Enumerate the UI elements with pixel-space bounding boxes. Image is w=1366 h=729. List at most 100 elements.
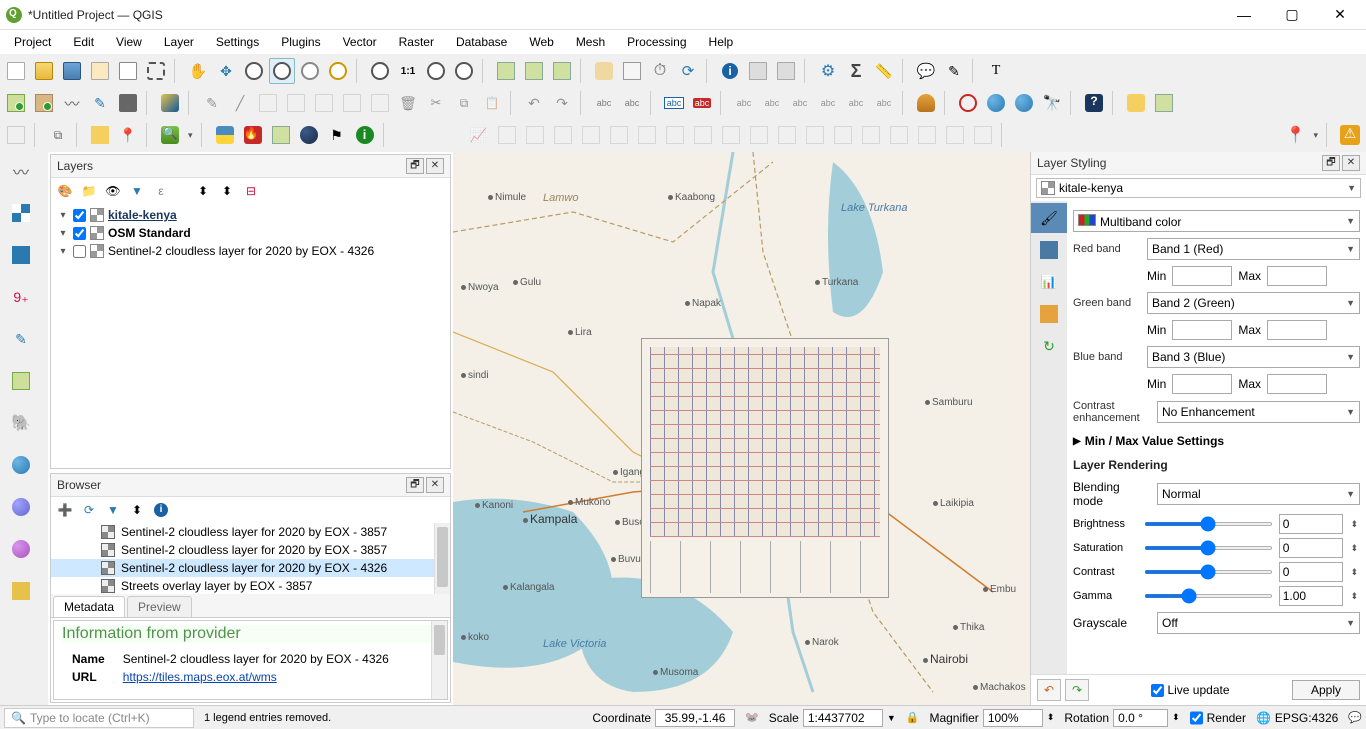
contrast-select[interactable]: No Enhancement▼ bbox=[1157, 401, 1360, 423]
add-postgis-button[interactable]: 🐘 bbox=[6, 408, 36, 438]
help-button[interactable]: ? bbox=[1081, 90, 1107, 116]
layers-undock-button[interactable]: 🗗 bbox=[406, 158, 424, 174]
browser-tree[interactable]: Sentinel-2 cloudless layer for 2020 by E… bbox=[51, 523, 450, 594]
alert-button[interactable]: ⚠ bbox=[1337, 122, 1363, 148]
contrast-value-input[interactable] bbox=[1279, 562, 1343, 582]
draw-14-button[interactable] bbox=[858, 122, 884, 148]
spatial-bookmarks-button[interactable] bbox=[619, 58, 645, 84]
menu-plugins[interactable]: Plugins bbox=[271, 32, 330, 52]
apply-button[interactable]: Apply bbox=[1292, 680, 1360, 700]
meta-url-link[interactable]: https://tiles.maps.eox.at/wms bbox=[123, 670, 277, 684]
draw-7-button[interactable] bbox=[662, 122, 688, 148]
browser-item-selected[interactable]: Sentinel-2 cloudless layer for 2020 by E… bbox=[51, 559, 450, 577]
render-checkbox[interactable] bbox=[1190, 709, 1203, 727]
plugin-btn-1[interactable] bbox=[1123, 90, 1149, 116]
styling-undock-button[interactable]: 🗗 bbox=[1322, 155, 1340, 171]
vector-layer-button[interactable] bbox=[3, 90, 29, 116]
red-max-input[interactable] bbox=[1267, 266, 1327, 286]
flame-button[interactable]: 🔥 bbox=[240, 122, 266, 148]
layer-row-osm[interactable]: ▾ OSM Standard bbox=[55, 224, 446, 242]
layout-manager-button[interactable] bbox=[115, 58, 141, 84]
refresh-button[interactable]: ⟳ bbox=[675, 58, 701, 84]
layer-checkbox[interactable] bbox=[73, 209, 86, 222]
draw-1-button[interactable] bbox=[494, 122, 520, 148]
zoom-next-button[interactable] bbox=[451, 58, 477, 84]
blue-min-input[interactable] bbox=[1172, 374, 1232, 394]
label-6-button[interactable]: abc bbox=[815, 90, 841, 116]
layers-panel-header[interactable]: Layers 🗗 ✕ bbox=[51, 155, 450, 178]
scale-input[interactable] bbox=[803, 709, 883, 727]
new-3d-button[interactable] bbox=[521, 58, 547, 84]
digitize-trash-button[interactable]: 🗑 bbox=[395, 90, 421, 116]
minimize-button[interactable]: — bbox=[1224, 1, 1264, 29]
identify-plugin-button[interactable]: i bbox=[352, 122, 378, 148]
digitize-paste-button[interactable]: 📋 bbox=[479, 90, 505, 116]
database-button[interactable] bbox=[913, 90, 939, 116]
menu-help[interactable]: Help bbox=[699, 32, 744, 52]
extents-icon[interactable]: 🐭 bbox=[745, 711, 759, 724]
green-band-select[interactable]: Band 2 (Green)▼ bbox=[1147, 292, 1360, 314]
action-button[interactable] bbox=[745, 58, 771, 84]
add-csv-button[interactable]: 9₊ bbox=[6, 282, 36, 312]
new-bookmark-button[interactable] bbox=[549, 58, 575, 84]
layers-filter-button[interactable]: ▼ bbox=[127, 181, 147, 201]
digitize-pencil-button[interactable]: ✎ bbox=[199, 90, 225, 116]
layers-style-button[interactable]: 🎨 bbox=[55, 181, 75, 201]
zoom-out-button[interactable] bbox=[269, 58, 295, 84]
gamma-value[interactable] bbox=[1279, 586, 1343, 606]
browser-panel-header[interactable]: Browser 🗗 ✕ bbox=[51, 474, 450, 497]
draw-4-button[interactable] bbox=[578, 122, 604, 148]
undo-button[interactable]: ↶ bbox=[521, 90, 547, 116]
zoom-native-button[interactable]: 1:1 bbox=[395, 58, 421, 84]
draw-6-button[interactable] bbox=[634, 122, 660, 148]
add-spatialite-button[interactable]: ✎ bbox=[6, 324, 36, 354]
maptips-button[interactable]: 💬 bbox=[913, 58, 939, 84]
green-max-input[interactable] bbox=[1267, 320, 1327, 340]
transparency-tab[interactable] bbox=[1031, 235, 1067, 265]
layer-checkbox[interactable] bbox=[73, 227, 86, 240]
layers-tree[interactable]: ▾ kitale-kenya ▾ OSM Standard ▾ Sentinel… bbox=[51, 204, 450, 468]
digitize-line-button[interactable]: ╱ bbox=[227, 90, 253, 116]
menu-mesh[interactable]: Mesh bbox=[566, 32, 615, 52]
symbology-tab[interactable]: 🖌 bbox=[1031, 203, 1067, 233]
draw-3-button[interactable] bbox=[550, 122, 576, 148]
blending-select[interactable]: Normal▼ bbox=[1157, 483, 1360, 505]
new-project-button[interactable] bbox=[3, 58, 29, 84]
abc-1-button[interactable]: abc bbox=[591, 90, 617, 116]
styling-close-button[interactable]: ✕ bbox=[1342, 155, 1360, 171]
blue-max-input[interactable] bbox=[1267, 374, 1327, 394]
select-button[interactable] bbox=[773, 58, 799, 84]
globe-2-button[interactable] bbox=[1011, 90, 1037, 116]
menu-layer[interactable]: Layer bbox=[154, 32, 204, 52]
metasearch-button[interactable]: 🔭 bbox=[1039, 90, 1065, 116]
draw-2-button[interactable] bbox=[522, 122, 548, 148]
label-3-button[interactable]: abc bbox=[731, 90, 757, 116]
zoom-full-button[interactable] bbox=[297, 58, 323, 84]
browser-close-button[interactable]: ✕ bbox=[426, 477, 444, 493]
magnifier-input[interactable] bbox=[983, 709, 1043, 727]
tab-preview[interactable]: Preview bbox=[127, 596, 192, 617]
expand-icon[interactable]: ▾ bbox=[57, 246, 69, 257]
draw-10-button[interactable] bbox=[746, 122, 772, 148]
layer-checkbox[interactable] bbox=[73, 245, 86, 258]
browser-collapse-button[interactable]: ⬍ bbox=[127, 500, 147, 520]
add-wfs-button[interactable] bbox=[6, 492, 36, 522]
histogram-tab[interactable]: 📊 bbox=[1031, 267, 1067, 297]
add-wcs-button[interactable] bbox=[6, 534, 36, 564]
layers-collapse-button[interactable]: ⬍ bbox=[217, 181, 237, 201]
browser-item[interactable]: Sentinel-2 cloudless layer for 2020 by E… bbox=[51, 523, 450, 541]
temporal-button[interactable] bbox=[591, 58, 617, 84]
digitize-3-button[interactable] bbox=[311, 90, 337, 116]
save-project-button[interactable] bbox=[59, 58, 85, 84]
lock-icon[interactable]: 🔒 bbox=[906, 711, 920, 724]
browser-item[interactable]: Sentinel-2 cloudless layer for 2020 by E… bbox=[51, 541, 450, 559]
topology-button[interactable] bbox=[955, 90, 981, 116]
menu-vector[interactable]: Vector bbox=[333, 32, 387, 52]
draw-8-button[interactable] bbox=[690, 122, 716, 148]
red-band-select[interactable]: Band 1 (Red)▼ bbox=[1147, 238, 1360, 260]
digitize-2-button[interactable] bbox=[283, 90, 309, 116]
temporal-controller-button[interactable]: ⏱ bbox=[647, 58, 673, 84]
layers-remove-button[interactable]: ⊟ bbox=[241, 181, 261, 201]
maximize-button[interactable]: ▢ bbox=[1272, 1, 1312, 29]
draw-15-button[interactable] bbox=[886, 122, 912, 148]
